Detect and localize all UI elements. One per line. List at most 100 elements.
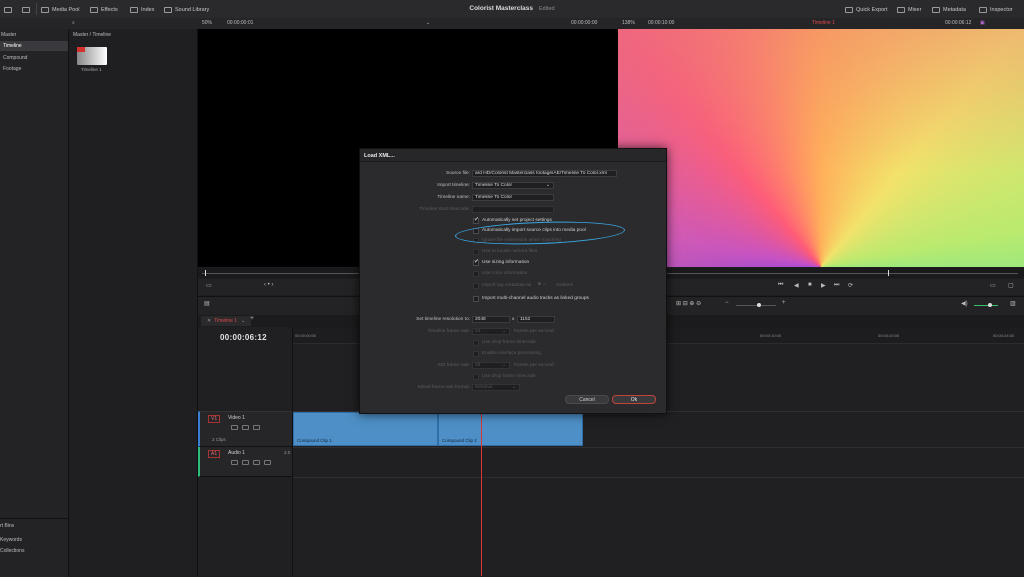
timeline-zoom[interactable]: 138%: [622, 20, 635, 26]
resolution-width-field[interactable]: 2048: [472, 316, 510, 323]
close-icon[interactable]: ✕: [207, 318, 211, 324]
sidebar-item-compound[interactable]: Compound: [3, 55, 27, 61]
chevron-down-icon[interactable]: ⌄: [426, 20, 430, 26]
timeline-playhead[interactable]: [481, 413, 482, 576]
track-name-audio-1[interactable]: Audio 1: [228, 450, 245, 456]
load-xml-dialog: Load XML... Source file: ard HD/Colorist…: [359, 148, 667, 414]
first-frame-icon[interactable]: ⏮: [778, 282, 783, 289]
track-badge-v1[interactable]: V1: [208, 415, 221, 423]
overlay-icon[interactable]: ▢: [1008, 282, 1014, 289]
import-timeline-select[interactable]: Timeline To Color ⌄: [472, 182, 554, 189]
source-duration: 00:00:00:00: [571, 20, 598, 26]
index-button[interactable]: Index: [130, 5, 154, 14]
zoom-icons[interactable]: ⊞ ⊟ ⊕ ⊖: [676, 300, 701, 307]
auto-select-icon[interactable]: [242, 460, 249, 465]
zoom-in-icon[interactable]: +: [782, 300, 786, 306]
menu-icon[interactable]: [4, 5, 12, 14]
viewer-options-icon[interactable]: ▭: [206, 282, 212, 289]
search-icon[interactable]: ⌕: [72, 20, 75, 26]
lock-icon[interactable]: [231, 460, 238, 465]
step-back-icon[interactable]: ◀: [794, 282, 799, 289]
tab-timeline-1[interactable]: ✕ Timeline 1 ⌄: [201, 316, 252, 326]
sidebar-item-keywords[interactable]: Keywords: [0, 537, 22, 543]
source-file-field[interactable]: ard HD/Colorist Masterclass footage/AE/T…: [472, 170, 617, 177]
media-pool-button[interactable]: Media Pool: [41, 5, 80, 14]
scrub-playhead[interactable]: [888, 270, 889, 276]
scrub-track: [622, 273, 1018, 274]
start-timecode-field[interactable]: [472, 206, 554, 213]
timeline-view-icon[interactable]: ▤: [204, 300, 210, 307]
project-title: Colorist Masterclass: [469, 5, 533, 12]
timeline-options-icon[interactable]: ▥: [1010, 300, 1016, 307]
mixer-button[interactable]: Mixer: [897, 5, 921, 14]
fullscreen-icon[interactable]: ▭: [990, 282, 996, 289]
tag-metadata-checkbox[interactable]: [473, 283, 479, 289]
quick-export-button[interactable]: Quick Export: [845, 5, 887, 14]
dialog-titlebar[interactable]: [360, 149, 666, 162]
drop-frame-checkbox[interactable]: [473, 340, 479, 346]
timeline-viewer[interactable]: [618, 29, 1024, 267]
cancel-button[interactable]: Cancel: [565, 395, 609, 404]
timeline-timecode-display[interactable]: 00:00:06:12: [220, 333, 267, 342]
loop-icon[interactable]: ⟳: [848, 282, 853, 289]
timeline-clip[interactable]: Compound Clip 2: [438, 412, 583, 446]
stop-icon[interactable]: ■: [808, 282, 812, 288]
solo-icon[interactable]: [253, 460, 260, 465]
sidebar-item-footage[interactable]: Footage: [3, 66, 21, 72]
timeline-timecode: 00:00:06:12: [945, 20, 972, 26]
source-zoom[interactable]: 50%: [202, 20, 212, 26]
timeline-scrubber[interactable]: [618, 268, 1024, 278]
interlace-checkbox[interactable]: [473, 351, 479, 357]
frame-rate-select[interactable]: 24 ⌄: [472, 328, 510, 335]
timeline-clip[interactable]: Compound Clip 1: [293, 412, 438, 446]
viewer-mode-icon[interactable]: ▣: [980, 20, 985, 26]
metadata-button[interactable]: Metadata: [932, 5, 966, 14]
inspector-button[interactable]: Inspector: [979, 5, 1013, 14]
color-info-checkbox[interactable]: [473, 271, 479, 277]
resolution-height-field[interactable]: 1152: [517, 316, 555, 323]
multichannel-audio-checkbox[interactable]: [473, 296, 479, 302]
ok-button[interactable]: Ok: [612, 395, 656, 404]
dialog-title: Load XML...: [364, 153, 395, 159]
sidebar-item-timeline[interactable]: Timeline: [3, 43, 22, 49]
mixed-frame-rate-select[interactable]: Resolve ⌄: [472, 384, 520, 391]
play-icon[interactable]: ▶: [821, 282, 826, 289]
volume-knob[interactable]: [988, 303, 992, 307]
volume-slider[interactable]: [974, 305, 998, 306]
export-icon: [845, 6, 853, 13]
mute-icon[interactable]: [264, 460, 271, 465]
mixed-frame-rate-label: Mixed frame rate format:: [417, 385, 470, 390]
multichannel-audio-label: Import multi-channel audio tracks as lin…: [482, 296, 589, 301]
sdi-frame-rate-select[interactable]: 25 ⌄: [472, 362, 510, 369]
zoom-out-icon[interactable]: −: [725, 300, 729, 306]
master-bin[interactable]: Master: [1, 32, 16, 38]
visibility-icon[interactable]: [253, 425, 260, 430]
layout-icon[interactable]: [22, 5, 30, 14]
zoom-slider-knob[interactable]: [757, 303, 761, 307]
speaker-icon[interactable]: ◀): [961, 300, 968, 307]
sizing-info-checkbox[interactable]: [473, 258, 479, 266]
zoom-slider-track[interactable]: [736, 305, 776, 306]
track-name-video-1[interactable]: Video 1: [228, 415, 245, 421]
auto-select-icon[interactable]: [242, 425, 249, 430]
timeline-selector[interactable]: Timeline 1: [812, 20, 835, 26]
mixer-label: Mixer: [908, 6, 922, 13]
video-track-header[interactable]: V1 Video 1 2 Clips: [198, 411, 292, 447]
timeline-name-field[interactable]: Timeline To Color: [472, 194, 554, 201]
scrub-playhead[interactable]: [205, 270, 206, 276]
media-pool-panel: Master / Timeline Timeline 1: [69, 29, 198, 576]
marker-color-select[interactable]: ■ ⌄: [538, 282, 546, 287]
track-badge-a1[interactable]: A1: [208, 450, 221, 458]
last-frame-icon[interactable]: ⏭: [834, 282, 839, 289]
add-tab-icon[interactable]: +: [250, 315, 254, 322]
sound-library-button[interactable]: Sound Library: [164, 5, 209, 14]
lock-icon[interactable]: [231, 425, 238, 430]
auto-project-settings-checkbox[interactable]: [473, 216, 479, 224]
sdi-drop-frame-checkbox[interactable]: [473, 374, 479, 380]
chevron-down-icon[interactable]: ⌄: [241, 318, 245, 324]
sidebar-item-collections[interactable]: Collections: [0, 548, 24, 554]
audio-track-header[interactable]: A1 Audio 1 2.0: [198, 447, 292, 477]
camera-files-checkbox[interactable]: [473, 249, 479, 255]
effects-button[interactable]: Effects: [90, 5, 118, 14]
jog-icon[interactable]: ‹ • ›: [264, 282, 273, 288]
